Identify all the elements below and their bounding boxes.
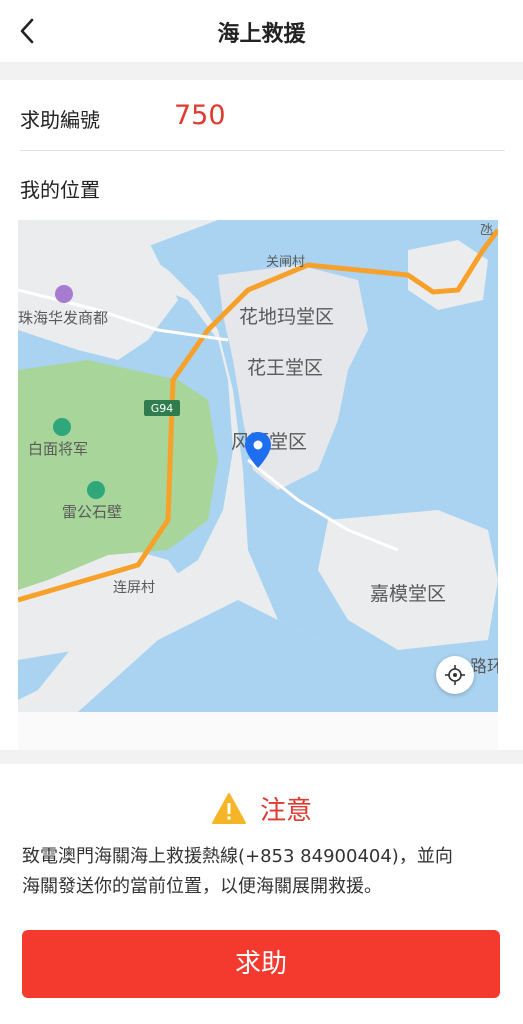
- map-attribution-strip: [18, 712, 498, 750]
- page-title: 海上救援: [217, 22, 306, 47]
- map-label-guanzha: 关闸村: [266, 255, 305, 270]
- notice-title: 注意: [260, 796, 313, 826]
- location-map[interactable]: G94 关闸村 花地玛堂区 花王堂区 风顺堂区 嘉模堂区 白面将军 雷公石壁 连…: [18, 220, 498, 712]
- section-separator: [0, 750, 523, 764]
- g94-label: G94: [151, 402, 174, 415]
- crosshair-icon: [445, 665, 465, 685]
- request-id-row: 求助編號 750: [0, 80, 523, 150]
- notice-header: 注意: [0, 790, 523, 827]
- map-label-zhuhai: 珠海华发商都: [18, 309, 108, 327]
- map-label-top-right: 氹: [480, 223, 493, 238]
- request-id-label: 求助編號: [20, 108, 100, 132]
- request-id-value: 750: [174, 100, 226, 131]
- park-icon-baimian: [53, 418, 71, 436]
- section-gap: [0, 62, 523, 80]
- help-button[interactable]: 求助: [22, 930, 500, 998]
- notice-description: 致電澳門海關海上救援熱線(+853 84900404)，並向 海關發送你的當前位…: [22, 842, 502, 902]
- location-label: 我的位置: [20, 178, 100, 202]
- header-bar: 海上救援: [0, 0, 523, 62]
- map-label-lianping: 连屏村: [113, 580, 155, 596]
- notice-line-2: 海關發送你的當前位置，以便海關展開救援。: [22, 876, 382, 897]
- map-label-leigong: 雷公石壁: [62, 503, 122, 521]
- map-label-huadi: 花地玛堂区: [239, 306, 334, 328]
- divider: [20, 150, 505, 151]
- map-label-jiamo: 嘉模堂区: [370, 583, 446, 605]
- notice-line-1: 致電澳門海關海上救援熱線(+853 84900404)，並向: [22, 846, 453, 867]
- shopping-icon: [55, 285, 73, 303]
- map-label-luhuan: 路环: [470, 657, 498, 677]
- warning-icon: [211, 792, 246, 824]
- map-label-baimian: 白面将军: [28, 440, 88, 458]
- map-label-huawang: 花王堂区: [247, 357, 323, 379]
- locate-button[interactable]: [436, 656, 474, 694]
- park-icon-leigong: [87, 481, 105, 499]
